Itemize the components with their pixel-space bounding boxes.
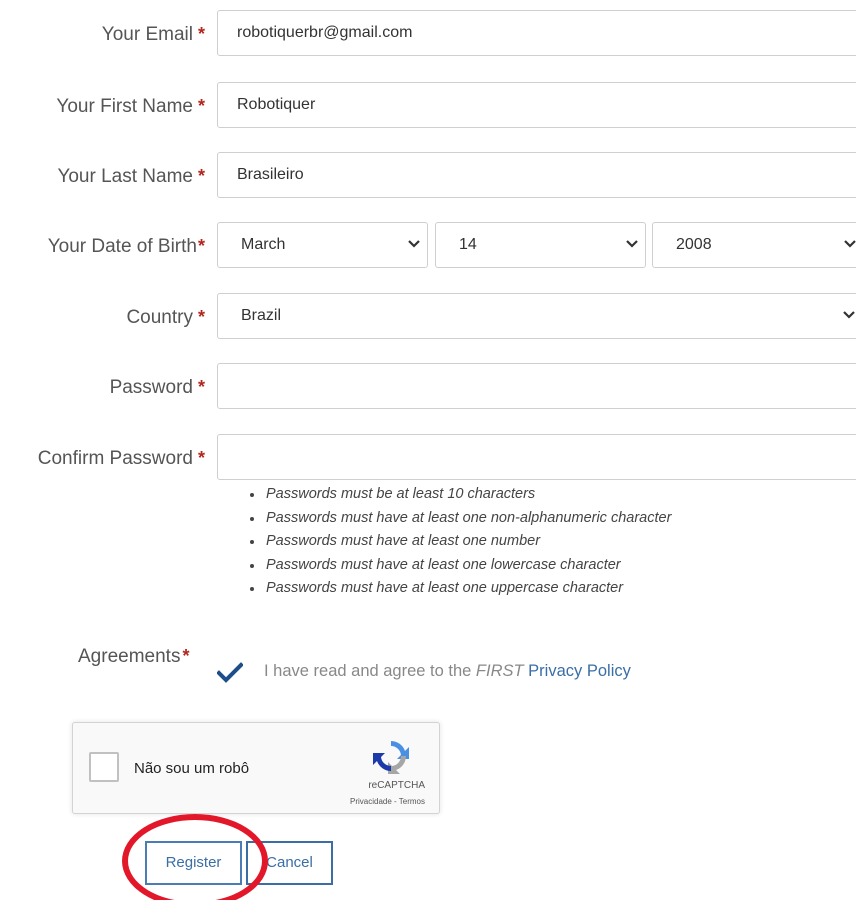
confirm-password-row: Confirm Password * xyxy=(0,434,856,482)
chevron-down-icon xyxy=(626,240,638,248)
dob-row: Your Date of Birth* March 14 2008 xyxy=(0,222,856,270)
first-name-row: Your First Name * Robotiquer xyxy=(0,82,856,130)
chevron-down-icon xyxy=(843,311,855,319)
email-row: Your Email * robotiquerbr@gmail.com xyxy=(0,10,856,58)
recaptcha-label: Não sou um robô xyxy=(134,760,250,777)
recaptcha-checkbox[interactable] xyxy=(89,752,119,782)
required-marker: * xyxy=(197,96,205,116)
recaptcha-terms: Privacidade - Termos xyxy=(350,797,425,806)
last-name-field[interactable]: Brasileiro xyxy=(217,152,856,198)
email-field[interactable]: robotiquerbr@gmail.com xyxy=(217,10,856,56)
recaptcha-widget: Não sou um robô reCAPTCHA Privacidade - … xyxy=(72,722,440,814)
register-button[interactable]: Register xyxy=(145,841,242,885)
country-value: Brazil xyxy=(241,307,282,324)
agreement-text: I have read and agree to the FIRST Priva… xyxy=(264,662,631,680)
country-row: Country * Brazil xyxy=(0,293,856,341)
password-field[interactable] xyxy=(217,363,856,409)
required-marker: * xyxy=(197,377,205,397)
required-marker: * xyxy=(197,166,205,186)
dob-year-select[interactable]: 2008 xyxy=(652,222,856,268)
password-rule: Passwords must have at least one upperca… xyxy=(248,579,671,603)
recaptcha-brand: reCAPTCHA xyxy=(368,780,425,791)
agreements-label: Agreements * xyxy=(78,646,190,667)
password-rules-list: Passwords must be at least 10 characters… xyxy=(248,485,671,603)
confirm-password-label: Confirm Password * xyxy=(37,448,205,469)
first-name-label: Your First Name * xyxy=(56,96,205,117)
dob-day-value: 14 xyxy=(459,236,477,253)
country-label: Country * xyxy=(126,307,205,328)
required-marker: * xyxy=(197,448,205,468)
required-marker: * xyxy=(182,646,190,666)
password-rule: Passwords must have at least one non-alp… xyxy=(248,509,671,533)
confirm-password-field[interactable] xyxy=(217,434,856,480)
agreement-org: FIRST xyxy=(475,662,524,680)
dob-label: Your Date of Birth* xyxy=(47,236,205,257)
last-name-row: Your Last Name * Brasileiro xyxy=(0,152,856,200)
country-select[interactable]: Brazil xyxy=(217,293,856,339)
password-rule: Passwords must have at least one lowerca… xyxy=(248,556,671,580)
email-label: Your Email * xyxy=(101,24,205,45)
password-label: Password * xyxy=(109,377,205,398)
password-row: Password * xyxy=(0,363,856,411)
first-name-field[interactable]: Robotiquer xyxy=(217,82,856,128)
required-marker: * xyxy=(197,236,205,256)
recaptcha-logo-icon xyxy=(373,741,409,774)
password-rule: Passwords must be at least 10 characters xyxy=(248,485,671,509)
password-rule: Passwords must have at least one number xyxy=(248,532,671,556)
required-marker: * xyxy=(197,24,205,44)
registration-form: Your Email * robotiquerbr@gmail.com Your … xyxy=(0,0,856,900)
chevron-down-icon xyxy=(844,240,856,248)
last-name-label: Your Last Name * xyxy=(57,166,205,187)
chevron-down-icon xyxy=(408,240,420,248)
required-marker: * xyxy=(197,307,205,327)
cancel-button[interactable]: Cancel xyxy=(246,841,333,885)
dob-month-select[interactable]: March xyxy=(217,222,428,268)
privacy-policy-link[interactable]: Privacy Policy xyxy=(528,662,631,680)
checkmark-icon[interactable] xyxy=(217,662,243,684)
dob-month-value: March xyxy=(241,236,286,253)
dob-year-value: 2008 xyxy=(676,236,712,253)
dob-day-select[interactable]: 14 xyxy=(435,222,646,268)
